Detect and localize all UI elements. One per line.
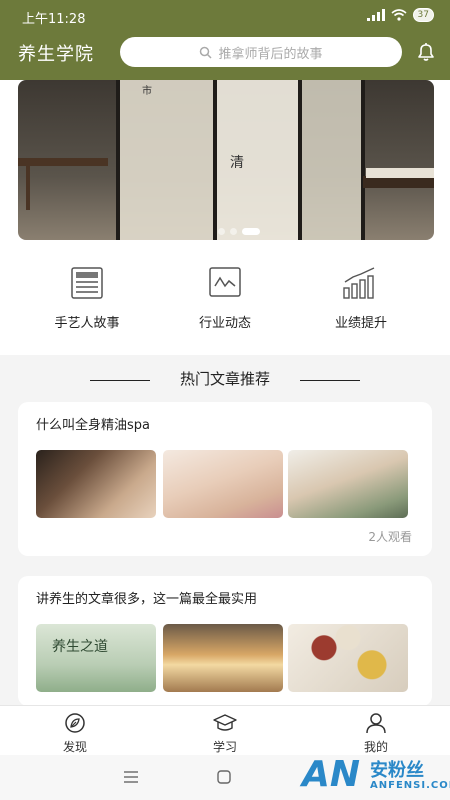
bar-chart-icon (343, 267, 375, 299)
carousel-dot[interactable] (218, 228, 225, 235)
banner-frame-1 (116, 80, 120, 240)
app-header: 上午11:28 37 养生学院 推拿师背后的故事 (0, 0, 450, 80)
tab-learn[interactable]: 学习 (185, 712, 265, 755)
banner-screen-panel-1 (118, 80, 213, 240)
banner-frame-4 (361, 80, 365, 240)
banner-table-left (18, 158, 108, 166)
banner-bed (366, 168, 434, 178)
banner-table-left-leg (26, 166, 30, 210)
article-card[interactable]: 什么叫全身精油spa 2人观看 (18, 402, 432, 556)
carousel-dot-active[interactable] (242, 228, 260, 235)
quick-link-label: 行业动态 (198, 316, 251, 331)
banner-screen-panel-3 (301, 80, 361, 240)
search-input[interactable]: 推拿师背后的故事 (120, 37, 402, 67)
article-title: 讲养生的文章很多，这一篇最全最实用 (36, 592, 258, 607)
tab-label: 学习 (212, 740, 237, 754)
carousel-indicator (218, 228, 260, 235)
watermark-url: ANFENSI.COM (370, 780, 450, 791)
graduation-cap-icon (213, 714, 237, 731)
section-heading-text: 热门文章推荐 (179, 370, 270, 388)
status-icons: 37 (366, 8, 434, 22)
article-thumbnail (36, 450, 156, 518)
section-heading: 热门文章推荐 (0, 368, 450, 392)
view-count: 2人观看 (368, 530, 412, 544)
article-thumbnail (288, 450, 408, 518)
search-placeholder: 推拿师背后的故事 (218, 46, 323, 62)
article-thumbnail (163, 624, 283, 692)
bottom-tab-bar: 发现 学习 我的 (0, 705, 450, 755)
newspaper-icon (71, 267, 103, 299)
banner-screen-panel-2 (216, 80, 298, 240)
divider-line (90, 380, 150, 381)
divider-line (300, 380, 360, 381)
bell-icon[interactable] (414, 40, 438, 64)
banner-sign-text-2: 市 (142, 86, 152, 97)
quick-link-performance[interactable]: 业绩提升 (296, 266, 426, 331)
site-watermark: AN 安粉丝 ANFENSI.COM (302, 752, 450, 800)
watermark-logo: AN (302, 754, 360, 795)
thumbnail-calligraphy: 养生之道 (52, 639, 108, 655)
signal-icon (366, 9, 385, 21)
trend-card-icon (209, 267, 241, 297)
carousel-dot[interactable] (230, 228, 237, 235)
quick-link-label: 业绩提升 (334, 316, 387, 331)
article-thumbnail (288, 624, 408, 692)
tab-profile[interactable]: 我的 (336, 712, 416, 755)
home-icon[interactable] (217, 770, 231, 784)
leaf-compass-icon (65, 713, 85, 733)
banner-carousel[interactable]: 清 市 (18, 80, 434, 240)
quick-link-industry-news[interactable]: 行业动态 (160, 266, 290, 331)
app-title: 养生学院 (18, 44, 94, 65)
article-title: 什么叫全身精油spa (36, 418, 150, 433)
watermark-name: 安粉丝 (370, 760, 424, 781)
article-card[interactable]: 讲养生的文章很多，这一篇最全最实用 养生之道 (18, 576, 432, 706)
status-bar: 上午11:28 37 (0, 0, 450, 32)
banner-frame-2 (213, 80, 217, 240)
search-icon (200, 46, 213, 59)
banner-sign-text: 清 (230, 155, 244, 171)
quick-link-artisan-stories[interactable]: 手艺人故事 (22, 266, 152, 331)
tab-label: 发现 (62, 740, 87, 754)
user-icon (366, 713, 386, 734)
article-thumbnail (163, 450, 283, 518)
battery-indicator: 37 (412, 8, 434, 22)
tab-discover[interactable]: 发现 (35, 712, 115, 755)
wifi-icon (391, 9, 407, 21)
article-thumbnail: 养生之道 (36, 624, 156, 692)
quick-link-label: 手艺人故事 (54, 316, 120, 331)
top-section: 清 市 手艺人故事 行业动态 业绩提升 (0, 80, 450, 355)
status-time: 上午11:28 (22, 12, 86, 27)
menu-icon[interactable] (124, 771, 138, 783)
banner-frame-3 (298, 80, 302, 240)
